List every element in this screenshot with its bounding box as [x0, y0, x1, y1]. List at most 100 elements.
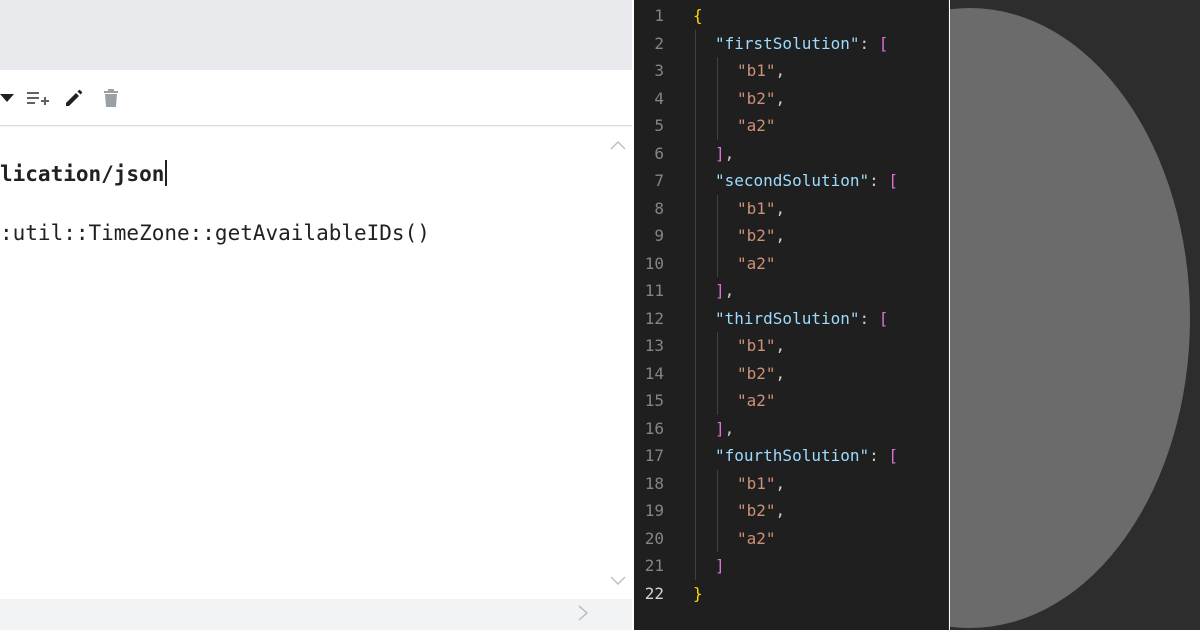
caret-down-icon[interactable] — [0, 86, 14, 110]
code-token: [ — [888, 171, 899, 191]
code-token: "fourthSolution" — [715, 446, 870, 466]
code-text: "a2" — [737, 529, 776, 548]
code-token: "b1" — [737, 198, 776, 218]
chevron-right-icon[interactable] — [577, 604, 589, 626]
code-token: , — [775, 88, 786, 108]
code-line: 13 "b1", — [634, 332, 948, 360]
code-line: 8 "b1", — [634, 195, 948, 223]
code-token: { — [693, 6, 703, 26]
code-text: } — [693, 584, 703, 603]
code-line: 22} — [634, 580, 948, 608]
code-line: 6], — [634, 140, 948, 168]
text-cursor — [165, 160, 168, 186]
vertical-scrollbar[interactable] — [603, 127, 632, 599]
code-token: ] — [715, 143, 725, 163]
line-number: 1 — [654, 6, 664, 26]
code-line: 10 "a2" — [634, 250, 948, 278]
editor-toolbar — [0, 70, 632, 126]
code-text: "b1", — [737, 61, 785, 80]
code-text: "b2", — [737, 89, 785, 108]
circle-shape — [950, 8, 1190, 628]
code-line: 15 "a2" — [634, 387, 948, 415]
playlist-add-icon[interactable] — [26, 86, 50, 110]
code-line: 4 "b2", — [634, 85, 948, 113]
line-number: 19 — [644, 501, 664, 521]
code-token: "secondSolution" — [715, 171, 870, 191]
chevron-down-icon[interactable] — [610, 571, 626, 590]
line-number: 20 — [644, 528, 664, 548]
code-line: 9 "b2", — [634, 222, 948, 250]
code-text: "fourthSolution": [ — [715, 446, 898, 465]
content-type-line: lication/json — [0, 160, 168, 186]
line-number: 8 — [654, 198, 664, 218]
code-token: "a2" — [737, 391, 776, 411]
line-number: 15 — [644, 391, 664, 411]
code-token: "a2" — [737, 528, 776, 548]
code-text: ], — [715, 281, 734, 300]
code-text: "b1", — [737, 199, 785, 218]
line-number: 12 — [644, 308, 664, 328]
line-number: 9 — [654, 226, 664, 246]
code-line: 20 "a2" — [634, 525, 948, 553]
code-token: [ — [888, 446, 899, 466]
code-line: 7 "secondSolution": [ — [634, 167, 948, 195]
code-token: "b2" — [737, 88, 776, 108]
code-token: , — [775, 501, 786, 521]
code-token: : — [869, 171, 889, 191]
trash-icon[interactable] — [101, 86, 121, 110]
code-line: 14 "b2", — [634, 360, 948, 388]
chevron-up-icon[interactable] — [610, 135, 626, 154]
code-token: [ — [878, 308, 889, 328]
code-token: [ — [878, 33, 889, 53]
code-text: "firstSolution": [ — [715, 34, 888, 53]
line-number: 17 — [644, 446, 664, 466]
code-token: "a2" — [737, 116, 776, 136]
code-token: : — [859, 308, 879, 328]
code-line: 12 "thirdSolution": [ — [634, 305, 948, 333]
code-token: , — [775, 226, 786, 246]
line-number: 21 — [644, 556, 664, 576]
code-token: "b1" — [737, 61, 776, 81]
line-number: 3 — [654, 61, 664, 81]
line-number: 7 — [654, 171, 664, 191]
code-text: "b2", — [737, 501, 785, 520]
code-text: "a2" — [737, 391, 776, 410]
code-token: "b1" — [737, 473, 776, 493]
code-token: "b1" — [737, 336, 776, 356]
code-line: 5 "a2" — [634, 112, 948, 140]
code-token: , — [724, 143, 735, 163]
code-text: ], — [715, 419, 734, 438]
code-text: "thirdSolution": [ — [715, 309, 888, 328]
code-text: "b2", — [737, 364, 785, 383]
line-number: 18 — [644, 473, 664, 493]
right-panel — [950, 0, 1200, 630]
code-text: "b2", — [737, 226, 785, 245]
line-number: 22 — [644, 583, 664, 603]
code-token: , — [775, 198, 786, 218]
code-token: "b2" — [737, 363, 776, 383]
code-text: ] — [715, 556, 725, 575]
method-call-line: :util::TimeZone::getAvailableIDs() — [0, 221, 430, 245]
edit-pencil-icon[interactable] — [63, 86, 85, 110]
code-token: : — [859, 33, 879, 53]
horizontal-scrollbar[interactable] — [0, 599, 632, 630]
line-number: 16 — [644, 418, 664, 438]
editor-text-area[interactable]: lication/json :util::TimeZone::getAvaila… — [0, 127, 603, 599]
code-text: "b1", — [737, 336, 785, 355]
code-text: "secondSolution": [ — [715, 171, 898, 190]
json-code-editor[interactable]: 1{2 "firstSolution": [3 "b1", 4 "b2", 5 "a2" 6]… — [634, 0, 949, 630]
line-number: 14 — [644, 363, 664, 383]
code-token: , — [775, 336, 786, 356]
line-number: 11 — [644, 281, 664, 301]
line-number: 4 — [654, 88, 664, 108]
line-number: 10 — [644, 253, 664, 273]
editor-header-bar — [0, 0, 632, 70]
code-text: "a2" — [737, 116, 776, 135]
code-token: "thirdSolution" — [715, 308, 860, 328]
code-token: "b2" — [737, 501, 776, 521]
code-token: ] — [715, 556, 725, 576]
line-number: 5 — [654, 116, 664, 136]
code-token: , — [775, 61, 786, 81]
code-token: "firstSolution" — [715, 33, 860, 53]
code-text: "b1", — [737, 474, 785, 493]
